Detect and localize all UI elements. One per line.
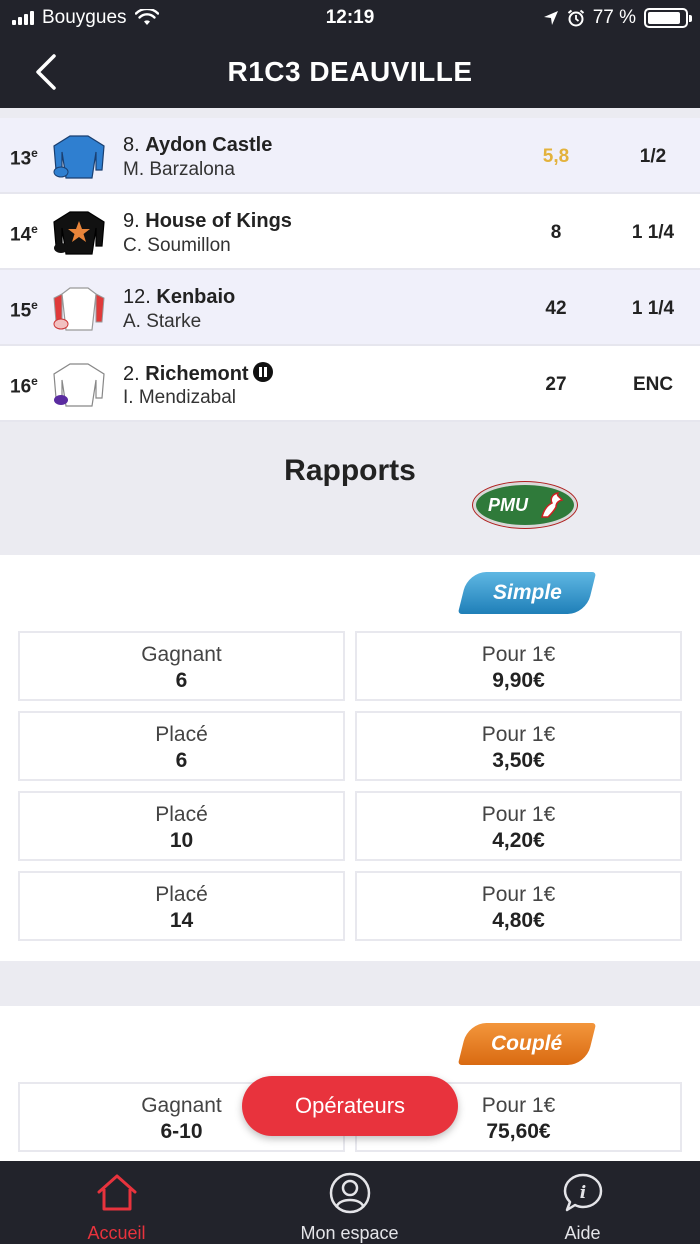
horse-name: 12. Kenbaio — [123, 286, 236, 308]
jockey-name: C. Soumillon — [123, 235, 231, 256]
bet-type-cell: Placé 6 — [18, 711, 345, 781]
tab-accueil[interactable]: Accueil — [0, 1161, 233, 1244]
runner-rank: 13e — [10, 146, 38, 170]
status-bar: Bouygues 12:19 77 % — [0, 0, 700, 36]
operateurs-button[interactable]: Opérateurs — [242, 1076, 458, 1136]
tab-label: Aide — [564, 1223, 601, 1243]
runner-rank: 15e — [10, 298, 38, 322]
jockey-silk-icon — [53, 211, 105, 255]
horse-name: 9. House of Kings — [123, 210, 292, 232]
runner-row[interactable]: 13e 8. Aydon Castle M. Barzalona 5,8 1/2 — [0, 118, 700, 194]
horse-name: 8. Aydon Castle — [123, 134, 273, 156]
svg-text:i: i — [579, 1183, 585, 1203]
runner-gap: 1/2 — [639, 146, 667, 167]
top-bar: Bouygues 12:19 77 % R1C3 DEAUVILLE — [0, 0, 700, 108]
tab-bar: Accueil Mon espace i Aide — [0, 1161, 700, 1244]
battery-percent: 77 % — [592, 7, 636, 28]
tab-aide[interactable]: i Aide — [466, 1161, 699, 1244]
jockey-silk-icon — [53, 363, 105, 407]
runner-gap: 1 1/4 — [631, 222, 675, 243]
jockey-silk-icon — [53, 135, 105, 179]
bet-type-cell: Gagnant 6 — [18, 631, 345, 701]
horse-logo-icon — [541, 491, 564, 518]
runner-odds: 42 — [545, 298, 567, 319]
tab-label: Accueil — [87, 1223, 146, 1243]
runner-row[interactable]: 16e 2. Richemont I. Mendizabal 27 ENC — [0, 346, 700, 422]
bet-type-cell: Placé 14 — [18, 871, 345, 941]
payout-cell: Pour 1€ 3,50€ — [355, 711, 682, 781]
rapports-title: Rapports — [284, 454, 416, 487]
runner-rank: 16e — [10, 374, 38, 398]
runner-gap: 1 1/4 — [631, 298, 675, 319]
runner-row[interactable]: 14e 9. House of Kings C. Soumillon 8 1 1… — [0, 194, 700, 270]
pmu-logo: PMU — [473, 482, 577, 528]
runner-row[interactable]: 15e 12. Kenbaio A. Starke 42 1 1/4 — [0, 270, 700, 346]
simple-badge: Simple — [457, 572, 597, 614]
runner-rank: 14e — [10, 222, 38, 246]
horse-name: 2. Richemont — [123, 362, 273, 386]
payout-cell: Pour 1€ 4,80€ — [355, 871, 682, 941]
bet-type-cell: Placé 10 — [18, 791, 345, 861]
location-icon — [543, 11, 558, 25]
pause-icon — [252, 362, 273, 382]
alarm-icon — [567, 9, 584, 27]
runner-odds: 5,8 — [542, 146, 570, 167]
tab-label: Mon espace — [300, 1223, 399, 1243]
couple-badge: Couplé — [457, 1023, 597, 1065]
payout-cell: Pour 1€ 9,90€ — [355, 631, 682, 701]
battery-icon — [644, 8, 692, 28]
user-icon — [329, 1172, 370, 1214]
runner-list: 13e 8. Aydon Castle M. Barzalona 5,8 1/2… — [0, 118, 700, 422]
payout-cell: Pour 1€ 4,20€ — [355, 791, 682, 861]
jockey-name: I. Mendizabal — [123, 387, 237, 408]
help-icon: i — [563, 1173, 602, 1212]
runner-odds: 27 — [545, 374, 567, 395]
home-icon — [97, 1174, 136, 1211]
jockey-silk-icon — [53, 287, 105, 331]
page-title: R1C3 DEAUVILLE — [227, 56, 473, 87]
jockey-name: M. Barzalona — [123, 159, 235, 180]
simple-panel: Simple Gagnant 6 Pour 1€ 9,90€ Placé 6 Pour… — [0, 555, 700, 961]
tab-mon-espace[interactable]: Mon espace — [233, 1161, 466, 1244]
jockey-name: A. Starke — [123, 311, 202, 332]
runner-gap: ENC — [632, 374, 674, 395]
runner-odds: 8 — [550, 222, 562, 243]
